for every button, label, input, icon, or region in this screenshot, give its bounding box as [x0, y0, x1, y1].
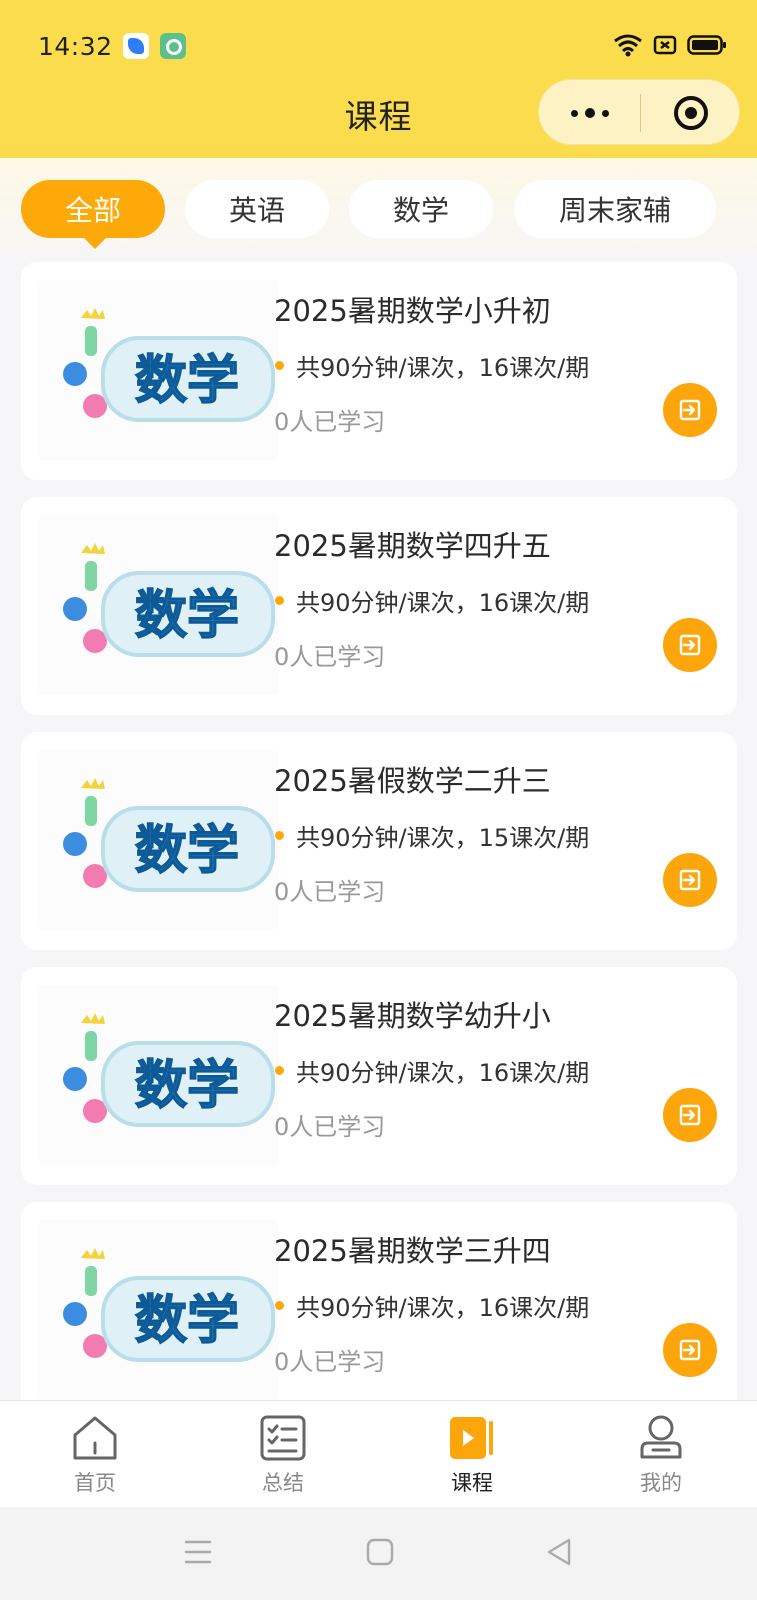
tabbar-label: 课程	[451, 1471, 493, 1495]
bottom-tab-bar: 首页 总结 课程 我的	[0, 1400, 757, 1507]
course-meta-text: 共90分钟/课次，16课次/期	[296, 354, 590, 382]
enter-icon	[679, 399, 701, 421]
course-meta-text: 共90分钟/课次，16课次/期	[296, 1059, 590, 1087]
status-time: 14:32	[38, 32, 113, 61]
enter-course-button[interactable]	[663, 853, 717, 907]
tab-math[interactable]: 数学	[349, 180, 493, 238]
course-card[interactable]: 数学 2025暑期数学幼升小 共90分钟/课次，16课次/期 0人已学习	[21, 967, 737, 1185]
course-cover-text: 数学	[135, 1056, 239, 1116]
course-cover-image: 数学	[39, 515, 279, 695]
enter-course-button[interactable]	[663, 1088, 717, 1142]
enter-course-button[interactable]	[663, 618, 717, 672]
course-cover-image: 数学	[39, 1220, 279, 1400]
profile-icon	[640, 1415, 682, 1459]
course-title: 2025暑期数学小升初	[274, 294, 551, 328]
tab-weekend-tutoring[interactable]: 周末家辅	[514, 180, 716, 238]
battery-icon	[687, 35, 726, 55]
summary-icon	[260, 1415, 306, 1461]
app-blue-icon	[123, 33, 149, 59]
course-card[interactable]: 数学 2025暑期数学三升四 共90分钟/课次，16课次/期 0人已学习	[21, 1202, 737, 1400]
bullet-dot-icon	[275, 361, 284, 370]
tabbar-item-profile[interactable]: 我的	[601, 1401, 721, 1508]
course-cover-text: 数学	[135, 1291, 239, 1351]
bullet-dot-icon	[275, 831, 284, 840]
course-title: 2025暑期数学四升五	[274, 529, 551, 563]
wifi-icon	[614, 34, 642, 57]
course-card[interactable]: 数学 2025暑期数学四升五 共90分钟/课次，16课次/期 0人已学习	[21, 497, 737, 715]
course-learners: 0人已学习	[274, 1348, 386, 1376]
course-meta-text: 共90分钟/课次，16课次/期	[296, 589, 590, 617]
home-square-icon[interactable]	[366, 1538, 394, 1566]
enter-course-button[interactable]	[663, 1323, 717, 1377]
tabbar-item-home[interactable]: 首页	[35, 1401, 155, 1508]
tabbar-item-course[interactable]: 课程	[412, 1401, 532, 1508]
course-cover-text: 数学	[135, 586, 239, 646]
course-meta: 共90分钟/课次，16课次/期	[274, 583, 589, 618]
bullet-dot-icon	[275, 1301, 284, 1310]
course-play-icon	[450, 1417, 493, 1459]
course-meta-text: 共90分钟/课次，15课次/期	[296, 824, 590, 852]
course-cover-image: 数学	[39, 985, 279, 1165]
course-meta: 共90分钟/课次，16课次/期	[274, 1288, 589, 1323]
course-learners: 0人已学习	[274, 878, 386, 906]
enter-icon	[679, 869, 701, 891]
course-meta: 共90分钟/课次，16课次/期	[274, 1053, 589, 1088]
course-title: 2025暑期数学幼升小	[274, 999, 551, 1033]
tab-english[interactable]: 英语	[185, 180, 329, 238]
course-learners: 0人已学习	[274, 1113, 386, 1141]
course-title: 2025暑期数学三升四	[274, 1234, 551, 1268]
system-navigation-bar	[0, 1507, 757, 1600]
course-meta-text: 共90分钟/课次，16课次/期	[296, 1294, 590, 1322]
enter-icon	[679, 1339, 701, 1361]
more-dots-icon[interactable]	[539, 80, 640, 146]
back-triangle-icon[interactable]	[545, 1537, 573, 1567]
course-cover-image: 数学	[39, 280, 279, 460]
course-list: 数学 2025暑期数学小升初 共90分钟/课次，16课次/期 0人已学习 数学 …	[0, 262, 757, 1400]
mini-program-capsule	[538, 79, 740, 145]
course-card[interactable]: 数学 2025暑假数学二升三 共90分钟/课次，15课次/期 0人已学习	[21, 732, 737, 950]
bullet-dot-icon	[275, 596, 284, 605]
tabbar-label: 首页	[74, 1471, 116, 1495]
tab-all[interactable]: 全部	[21, 180, 165, 249]
close-target-icon[interactable]	[640, 80, 741, 146]
enter-course-button[interactable]	[663, 383, 717, 437]
course-learners: 0人已学习	[274, 408, 386, 436]
course-card[interactable]: 数学 2025暑期数学小升初 共90分钟/课次，16课次/期 0人已学习	[21, 262, 737, 480]
tabbar-item-summary[interactable]: 总结	[223, 1401, 343, 1508]
bullet-dot-icon	[275, 1066, 284, 1075]
course-meta: 共90分钟/课次，15课次/期	[274, 818, 589, 853]
sim-icon	[653, 35, 677, 55]
course-title: 2025暑假数学二升三	[274, 764, 551, 798]
menu-icon[interactable]	[184, 1539, 212, 1565]
tabbar-label: 我的	[640, 1471, 682, 1495]
home-icon	[73, 1416, 117, 1460]
course-meta: 共90分钟/课次，16课次/期	[274, 348, 589, 383]
app-green-icon	[160, 33, 186, 59]
header-bar: 14:32 课程	[0, 0, 757, 158]
course-cover-image: 数学	[39, 750, 279, 930]
course-cover-text: 数学	[135, 351, 239, 411]
course-cover-text: 数学	[135, 821, 239, 881]
enter-icon	[679, 634, 701, 656]
course-learners: 0人已学习	[274, 643, 386, 671]
tabbar-label: 总结	[262, 1471, 304, 1495]
enter-icon	[679, 1104, 701, 1126]
